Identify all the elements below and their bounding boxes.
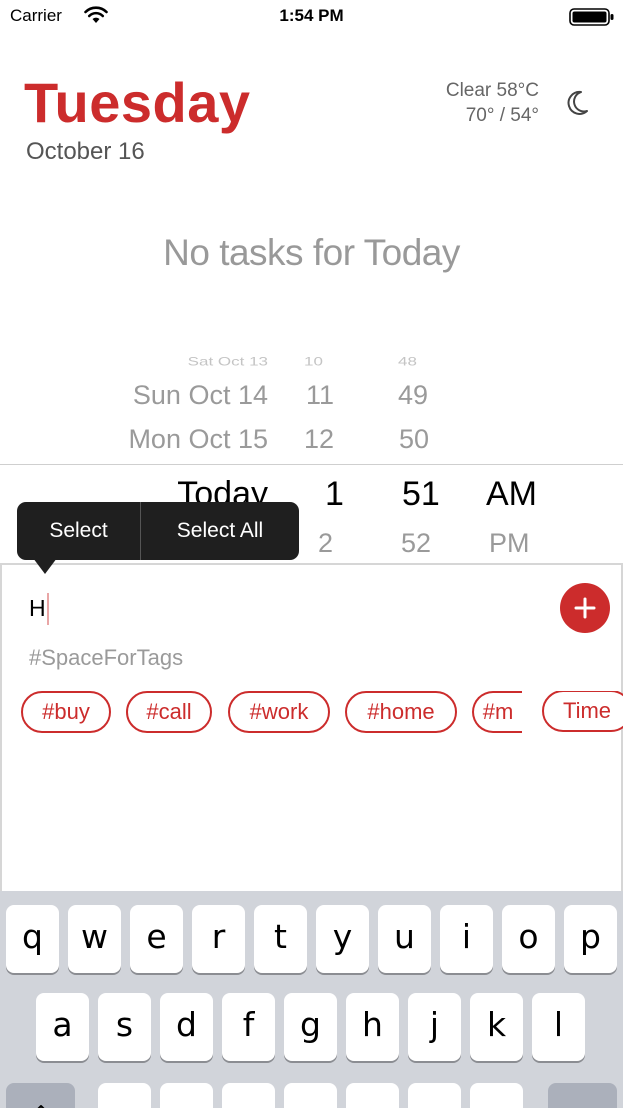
edit-menu-tail bbox=[33, 558, 57, 574]
picker-hour[interactable]: 12 bbox=[304, 424, 334, 455]
tags-placeholder[interactable]: #SpaceForTags bbox=[29, 645, 183, 671]
backspace-key[interactable] bbox=[548, 1083, 617, 1108]
key-e[interactable]: e bbox=[130, 905, 183, 973]
tag-chip-more[interactable]: #m bbox=[472, 691, 522, 733]
key-a[interactable]: a bbox=[36, 993, 89, 1061]
edit-menu: Select Select All bbox=[17, 502, 299, 560]
select-menu-item[interactable]: Select bbox=[17, 502, 141, 560]
tag-chip-bar: #buy #call #work #home #m Time bbox=[2, 691, 623, 737]
picker-ampm-selected[interactable]: AM bbox=[486, 475, 537, 514]
weather-range: 70° / 54° bbox=[465, 105, 539, 126]
picker-selection-line bbox=[0, 464, 623, 465]
key-c[interactable] bbox=[222, 1083, 275, 1108]
task-input-panel: H #SpaceForTags #buy #call #work #home #… bbox=[0, 563, 623, 893]
key-d[interactable]: d bbox=[160, 993, 213, 1061]
moon-icon[interactable] bbox=[566, 90, 590, 116]
tag-chip-more-label: #m bbox=[482, 699, 514, 724]
weather-condition: Clear 58°C bbox=[445, 80, 539, 101]
key-w[interactable]: w bbox=[68, 905, 121, 973]
key-t[interactable]: t bbox=[254, 905, 307, 973]
key-b[interactable] bbox=[346, 1083, 399, 1108]
text-caret bbox=[47, 593, 49, 625]
picker-ampm[interactable]: PM bbox=[489, 528, 530, 559]
keyboard: q w e r t y u i o p a s d f g h j k l bbox=[0, 891, 623, 1108]
status-bar: Carrier 1:54 PM bbox=[0, 0, 623, 36]
picker-hour[interactable]: 10 bbox=[304, 355, 323, 369]
picker-date[interactable]: Mon Oct 15 bbox=[128, 424, 268, 455]
key-f[interactable]: f bbox=[222, 993, 275, 1061]
status-time: 1:54 PM bbox=[279, 6, 344, 25]
picker-minute[interactable]: 49 bbox=[398, 380, 428, 411]
tag-chip-call[interactable]: #call bbox=[126, 691, 212, 733]
key-r[interactable]: r bbox=[192, 905, 245, 973]
key-p[interactable]: p bbox=[564, 905, 617, 973]
key-q[interactable]: q bbox=[6, 905, 59, 973]
key-s[interactable]: s bbox=[98, 993, 151, 1061]
key-y[interactable]: y bbox=[316, 905, 369, 973]
key-i[interactable]: i bbox=[440, 905, 493, 973]
picker-hour-selected[interactable]: 1 bbox=[325, 475, 344, 514]
picker-minute[interactable]: 48 bbox=[398, 355, 417, 369]
picker-date[interactable]: Sat Oct 13 bbox=[188, 355, 268, 369]
key-o[interactable]: o bbox=[502, 905, 555, 973]
add-task-button[interactable] bbox=[560, 583, 610, 633]
key-k[interactable]: k bbox=[470, 993, 523, 1061]
task-input[interactable]: H bbox=[29, 595, 46, 622]
key-j[interactable]: j bbox=[408, 993, 461, 1061]
key-z[interactable] bbox=[98, 1083, 151, 1108]
picker-date[interactable]: Sun Oct 14 bbox=[133, 380, 268, 411]
key-x[interactable] bbox=[160, 1083, 213, 1108]
key-g[interactable]: g bbox=[284, 993, 337, 1061]
key-m[interactable] bbox=[470, 1083, 523, 1108]
shift-icon bbox=[37, 1105, 44, 1108]
tag-chip-work[interactable]: #work bbox=[228, 691, 330, 733]
picker-minute-selected[interactable]: 51 bbox=[402, 475, 440, 514]
key-u[interactable]: u bbox=[378, 905, 431, 973]
day-title: Tuesday bbox=[24, 71, 251, 134]
time-chip[interactable]: Time bbox=[542, 691, 623, 732]
plus-icon bbox=[574, 597, 596, 619]
key-h[interactable]: h bbox=[346, 993, 399, 1061]
tag-chip-home[interactable]: #home bbox=[345, 691, 457, 733]
battery-icon bbox=[569, 8, 614, 26]
select-all-menu-item[interactable]: Select All bbox=[141, 502, 299, 560]
date-subtitle: October 16 bbox=[26, 138, 145, 165]
key-n[interactable] bbox=[408, 1083, 461, 1108]
picker-minute[interactable]: 50 bbox=[399, 424, 429, 455]
picker-hour[interactable]: 2 bbox=[318, 528, 333, 559]
key-v[interactable] bbox=[284, 1083, 337, 1108]
picker-hour[interactable]: 11 bbox=[306, 380, 334, 411]
picker-minute[interactable]: 52 bbox=[401, 528, 431, 559]
empty-tasks-message: No tasks for Today bbox=[163, 232, 460, 273]
key-l[interactable]: l bbox=[532, 993, 585, 1061]
tag-chip-buy[interactable]: #buy bbox=[21, 691, 111, 733]
shift-key[interactable] bbox=[6, 1083, 75, 1108]
